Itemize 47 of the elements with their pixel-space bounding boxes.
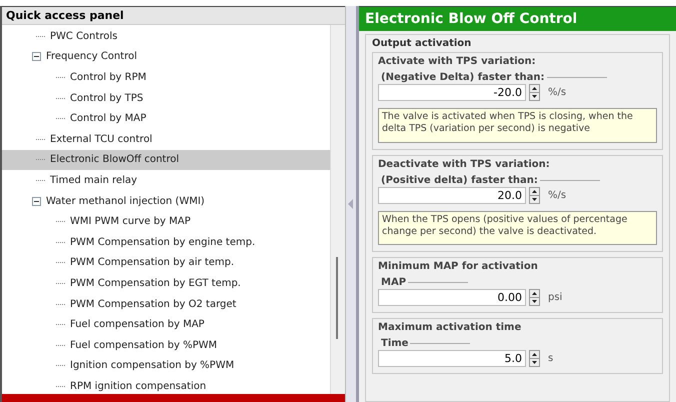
section-title: Activate with TPS variation:	[378, 56, 537, 67]
tree-item[interactable]: Water methanol injection (WMI)	[2, 190, 330, 212]
section-title: Maximum activation time	[378, 322, 522, 334]
hint-text: When the TPS opens (positive values of percentage change per second) the valve is deactivated.	[378, 210, 657, 246]
field-label: Time	[381, 338, 408, 350]
tree-item[interactable]: Frequency Control	[2, 46, 330, 68]
hint-text: The valve is activated when TPS is closing, when the delta TPS (variation per second) is negative	[378, 108, 657, 143]
tree-item[interactable]: WMI PWM curve by MAP	[2, 211, 330, 232]
section-title: Deactivate with TPS variation:	[378, 158, 551, 170]
tree-item[interactable]: RPM ignition compensation	[2, 376, 330, 397]
panel-title: Quick access panel	[2, 7, 345, 25]
tree-item[interactable]: Timed main relay	[2, 170, 330, 191]
section-title: Minimum MAP for activation	[378, 261, 539, 272]
field-label: MAP	[381, 277, 406, 288]
unit-label: %/s	[548, 190, 566, 201]
form-title: Electronic Blow Off Control	[359, 7, 676, 31]
field-label: (Negative Delta) faster than:	[381, 72, 545, 83]
number-field[interactable]: 5.0	[378, 350, 526, 368]
unit-label: %/s	[548, 87, 566, 98]
tree-item[interactable]: Fuel compensation by %PWM	[2, 334, 330, 356]
spinner-icon[interactable]	[529, 289, 540, 306]
collapse-icon[interactable]	[32, 196, 41, 206]
tree-item[interactable]: Electronic BlowOff control	[2, 150, 330, 170]
number-field[interactable]: 20.0	[378, 186, 526, 204]
tree-item[interactable]: PWM Compensation by engine temp.	[2, 232, 330, 253]
tree-item[interactable]: Fuel compensation by MAP	[2, 314, 330, 335]
tree-item[interactable]: PWM Compensation by EGT temp.	[2, 273, 330, 294]
tree-item[interactable]: PWC Controls	[2, 26, 330, 47]
collapse-icon[interactable]	[32, 52, 41, 62]
tree-item[interactable]: External TCU control	[2, 128, 330, 150]
spinner-icon[interactable]	[529, 186, 540, 204]
number-field[interactable]: 0.00	[378, 289, 526, 306]
tree-item[interactable]: Control by MAP	[2, 108, 330, 129]
number-field[interactable]: -20.0	[378, 84, 526, 101]
scrollbar-thumb[interactable]	[336, 257, 338, 339]
group-title: Output activation	[372, 38, 472, 49]
tree-item[interactable]: Control by RPM	[2, 67, 330, 88]
tree-item[interactable]: PWM Compensation by O2 target	[2, 294, 330, 314]
field-label: (Positive delta) faster than:	[381, 174, 538, 186]
tree-item[interactable]: Ignition compensation by %PWM	[2, 356, 330, 376]
spinner-icon[interactable]	[529, 84, 540, 101]
tree-item[interactable]: Control by TPS	[2, 88, 330, 108]
tree-item[interactable]: PWM Compensation by air temp.	[2, 252, 330, 274]
unit-label: s	[548, 353, 554, 364]
unit-label: psi	[548, 292, 562, 304]
scrollbar[interactable]	[330, 25, 345, 394]
spinner-icon[interactable]	[529, 350, 540, 368]
